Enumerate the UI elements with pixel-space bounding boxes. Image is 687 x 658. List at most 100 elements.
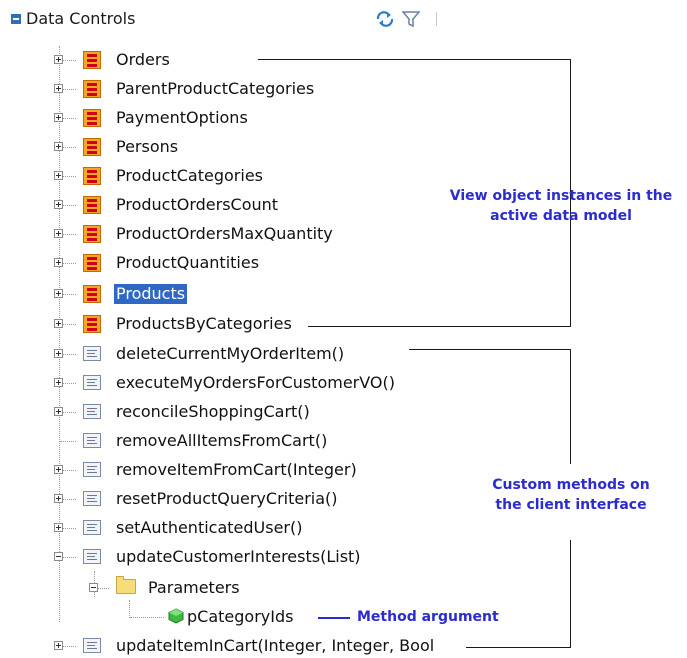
method-icon — [83, 491, 101, 506]
method-label[interactable]: removeAllItemsFromCart() — [116, 431, 327, 451]
tree-item-method[interactable]: executeMyOrdersForCustomerVO() — [0, 371, 460, 395]
method-label[interactable]: updateItemInCart(Integer, Integer, Bool — [116, 636, 434, 656]
view-object-icon — [83, 254, 101, 272]
expand-toggle[interactable] — [54, 319, 63, 328]
tree-item-view-object[interactable]: Orders — [0, 48, 460, 72]
collapse-toggle[interactable] — [89, 583, 98, 592]
expand-toggle[interactable] — [54, 55, 63, 64]
view-object-icon — [83, 225, 101, 243]
tree-item-view-object[interactable]: ProductCategories — [0, 164, 460, 188]
tree-item-view-object[interactable]: Persons — [0, 135, 460, 159]
view-object-icon — [83, 315, 101, 333]
expand-toggle[interactable] — [54, 378, 63, 387]
view-object-label[interactable]: ProductOrdersCount — [116, 195, 278, 215]
tree-item-view-object[interactable]: ParentProductCategories — [0, 77, 460, 101]
argument-label[interactable]: pCategoryIds — [187, 607, 293, 627]
data-controls-panel: Data Controls Orders ParentProductCatego… — [0, 0, 460, 657]
view-object-label[interactable]: Orders — [116, 50, 170, 70]
tree-item-view-object[interactable]: ProductOrdersMaxQuantity — [0, 222, 460, 246]
method-label[interactable]: updateCustomerInterests(List) — [116, 547, 361, 567]
panel-header: Data Controls — [0, 6, 458, 32]
expand-toggle[interactable] — [54, 289, 63, 298]
expand-toggle[interactable] — [54, 407, 63, 416]
method-icon — [83, 346, 101, 361]
callout-line — [570, 349, 571, 464]
expand-toggle[interactable] — [54, 200, 63, 209]
annotation-line: View object instances in the — [449, 188, 673, 204]
expand-toggle[interactable] — [54, 229, 63, 238]
expand-toggle[interactable] — [54, 494, 63, 503]
tree-item-view-object[interactable]: ProductQuantities — [0, 251, 460, 275]
callout-line — [570, 540, 571, 648]
view-object-icon — [83, 109, 101, 127]
tree-item-method[interactable]: removeAllItemsFromCart() — [0, 429, 460, 453]
callout-line — [466, 647, 571, 648]
method-label[interactable]: reconcileShoppingCart() — [116, 402, 310, 422]
panel-title: Data Controls — [26, 9, 136, 28]
method-icon — [83, 638, 101, 653]
method-label[interactable]: setAuthenticatedUser() — [116, 518, 302, 538]
view-object-label[interactable]: Persons — [116, 137, 178, 157]
view-object-label[interactable]: ProductQuantities — [116, 253, 259, 273]
expand-toggle[interactable] — [54, 113, 63, 122]
view-object-label[interactable]: Products — [114, 284, 188, 304]
tree-item-method-expanded[interactable]: updateCustomerInterests(List) — [0, 545, 460, 569]
annotation-line: the client interface — [495, 497, 647, 513]
callout-line — [318, 617, 350, 619]
method-icon — [83, 375, 101, 390]
view-object-icon — [83, 196, 101, 214]
annotation-line: Custom methods on — [492, 477, 650, 493]
toolbar-divider — [436, 12, 437, 26]
method-label[interactable]: resetProductQueryCriteria() — [116, 489, 338, 509]
callout-line — [308, 326, 571, 327]
annotation-view-objects: View object instances in the active data… — [436, 186, 686, 226]
tree-item-view-object[interactable]: PaymentOptions — [0, 106, 460, 130]
parameters-folder-label[interactable]: Parameters — [148, 578, 240, 598]
annotation-method-argument: Method argument — [357, 609, 499, 625]
view-object-icon — [83, 51, 101, 69]
tree-item-method[interactable]: setAuthenticatedUser() — [0, 516, 460, 540]
view-object-icon — [83, 138, 101, 156]
tree-item-method[interactable]: reconcileShoppingCart() — [0, 400, 460, 424]
tree-item-view-object[interactable]: ProductsByCategories — [0, 312, 460, 336]
view-object-label[interactable]: ParentProductCategories — [116, 79, 314, 99]
method-icon — [83, 520, 101, 535]
annotation-methods: Custom methods on the client interface — [458, 475, 684, 515]
method-label[interactable]: executeMyOrdersForCustomerVO() — [116, 373, 395, 393]
tree-item-view-object-selected[interactable]: Products — [0, 282, 460, 306]
expand-toggle[interactable] — [54, 171, 63, 180]
refresh-icon[interactable] — [375, 10, 395, 28]
view-object-label[interactable]: ProductOrdersMaxQuantity — [116, 224, 333, 244]
method-label[interactable]: deleteCurrentMyOrderItem() — [116, 344, 344, 364]
tree-item-method[interactable]: updateItemInCart(Integer, Integer, Bool — [0, 634, 460, 658]
tree-item-view-object[interactable]: ProductOrdersCount — [0, 193, 460, 217]
method-icon — [83, 462, 101, 477]
expand-toggle[interactable] — [54, 142, 63, 151]
expand-toggle[interactable] — [54, 641, 63, 650]
view-object-icon — [83, 167, 101, 185]
expand-toggle[interactable] — [54, 84, 63, 93]
callout-line — [258, 59, 571, 60]
argument-icon — [168, 608, 184, 624]
expand-toggle[interactable] — [54, 523, 63, 532]
tree-item-method[interactable]: resetProductQueryCriteria() — [0, 487, 460, 511]
folder-icon — [116, 576, 136, 594]
expand-toggle[interactable] — [54, 465, 63, 474]
expand-toggle[interactable] — [54, 258, 63, 267]
callout-line — [409, 349, 571, 350]
collapse-icon[interactable] — [11, 14, 21, 24]
collapse-toggle[interactable] — [54, 552, 63, 561]
view-object-label[interactable]: ProductsByCategories — [116, 314, 292, 334]
tree-item-parameters-folder[interactable]: Parameters — [0, 576, 460, 600]
view-object-label[interactable]: PaymentOptions — [116, 108, 248, 128]
tree-item-method[interactable]: deleteCurrentMyOrderItem() — [0, 342, 460, 366]
expand-toggle[interactable] — [54, 349, 63, 358]
method-icon — [83, 549, 101, 564]
view-object-icon — [83, 285, 101, 303]
filter-icon[interactable] — [402, 10, 420, 28]
view-object-icon — [83, 80, 101, 98]
method-icon — [83, 433, 101, 448]
method-label[interactable]: removeItemFromCart(Integer) — [116, 460, 357, 480]
tree-item-method[interactable]: removeItemFromCart(Integer) — [0, 458, 460, 482]
view-object-label[interactable]: ProductCategories — [116, 166, 263, 186]
